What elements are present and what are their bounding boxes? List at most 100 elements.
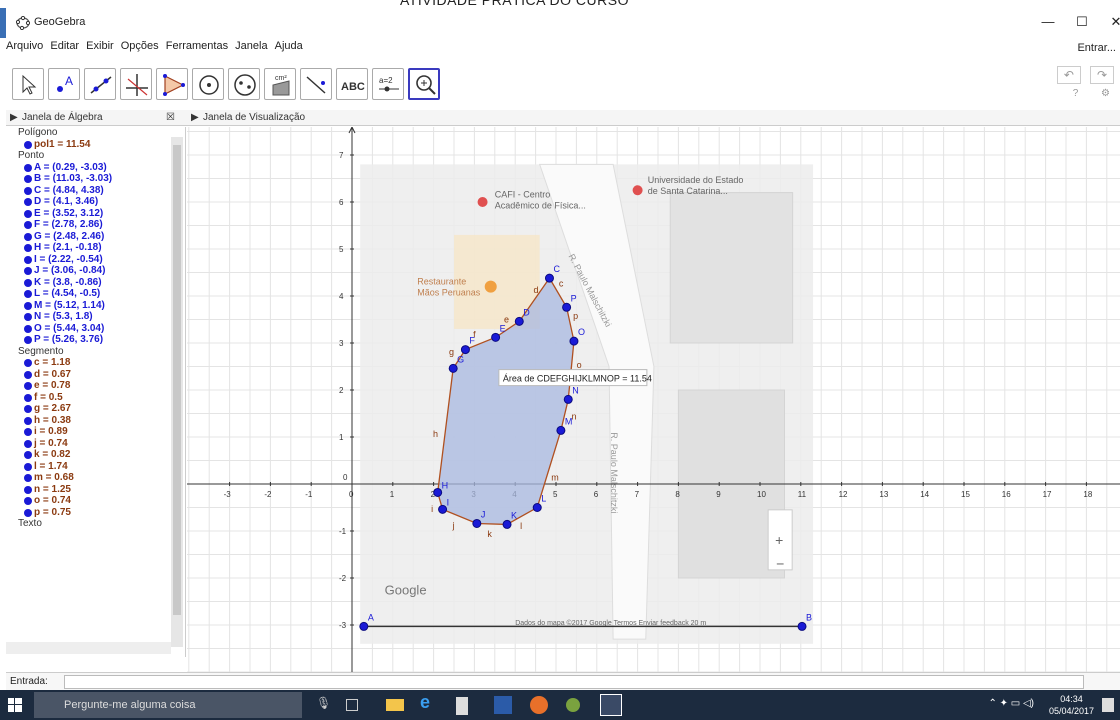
undo-button[interactable]: ↶ bbox=[1056, 66, 1081, 84]
algebra-segment-item[interactable]: f = 0.5 bbox=[6, 392, 185, 404]
algebra-point-item[interactable]: O = (5.44, 3.04) bbox=[6, 323, 185, 335]
algebra-segment-item[interactable]: o = 0.74 bbox=[6, 495, 185, 507]
visibility-toggle-icon[interactable] bbox=[24, 428, 32, 436]
visibility-toggle-icon[interactable] bbox=[24, 485, 32, 494]
point-f[interactable] bbox=[460, 345, 470, 355]
menu-janela[interactable]: Janela bbox=[235, 40, 267, 52]
visibility-toggle-icon[interactable] bbox=[24, 474, 32, 482]
algebra-point-item[interactable]: I = (2.22, -0.54) bbox=[6, 254, 185, 266]
visibility-toggle-icon[interactable] bbox=[24, 198, 32, 206]
slope-tool-button[interactable] bbox=[300, 68, 332, 100]
input-field[interactable] bbox=[64, 675, 1084, 689]
menu-ajuda[interactable]: Ajuda bbox=[275, 40, 303, 52]
point-e[interactable] bbox=[491, 332, 501, 342]
point-l[interactable] bbox=[532, 503, 542, 512]
visibility-toggle-icon[interactable] bbox=[24, 255, 32, 264]
menu-arquivo[interactable]: Arquivo bbox=[6, 40, 43, 52]
line-tool-button[interactable] bbox=[84, 68, 116, 100]
algebra-hscrollbar[interactable] bbox=[6, 642, 171, 654]
algebra-segment-item[interactable]: k = 0.82 bbox=[6, 449, 185, 461]
point-d[interactable] bbox=[514, 316, 524, 326]
visibility-toggle-icon[interactable] bbox=[24, 405, 32, 413]
algebra-point-item[interactable]: D = (4.1, 3.46) bbox=[6, 196, 185, 208]
visibility-toggle-icon[interactable] bbox=[24, 232, 32, 241]
algebra-point-item[interactable]: K = (3.8, -0.86) bbox=[6, 277, 185, 289]
redo-button[interactable]: ↷ bbox=[1090, 66, 1114, 84]
ellipse-tool-button[interactable] bbox=[228, 68, 260, 100]
visibility-toggle-icon[interactable] bbox=[24, 244, 32, 252]
algebra-point-item[interactable]: F = (2.78, 2.86) bbox=[6, 219, 185, 231]
category-polygon[interactable]: Polígono bbox=[6, 127, 185, 139]
visibility-toggle-icon[interactable] bbox=[24, 451, 32, 459]
word-icon[interactable] bbox=[494, 696, 512, 714]
point-h[interactable] bbox=[433, 487, 443, 497]
close-button[interactable]: ✕ bbox=[1106, 14, 1120, 30]
visibility-toggle-icon[interactable] bbox=[24, 221, 32, 229]
algebra-point-item[interactable]: A = (0.29, -3.03) bbox=[6, 162, 185, 174]
algebra-point-item[interactable]: J = (3.06, -0.84) bbox=[6, 265, 185, 277]
zoom-tool-button[interactable] bbox=[408, 68, 440, 100]
algebra-point-item[interactable]: E = (3.52, 3.12) bbox=[6, 208, 185, 220]
store-icon[interactable] bbox=[456, 697, 468, 715]
firefox-icon[interactable] bbox=[530, 696, 548, 714]
visibility-toggle-icon[interactable] bbox=[24, 359, 32, 367]
visibility-toggle-icon[interactable] bbox=[24, 175, 32, 183]
visibility-toggle-icon[interactable] bbox=[24, 336, 32, 344]
point-tool-button[interactable]: A bbox=[48, 68, 80, 100]
point-p[interactable] bbox=[562, 302, 572, 312]
help-icon[interactable]: ? bbox=[1073, 88, 1079, 99]
algebra-polygon-item[interactable]: pol1 = 11.54 bbox=[6, 139, 185, 151]
visibility-toggle-icon[interactable] bbox=[24, 370, 32, 379]
notification-icon[interactable] bbox=[1102, 698, 1114, 712]
visibility-toggle-icon[interactable] bbox=[24, 497, 32, 505]
algebra-segment-item[interactable]: n = 1.25 bbox=[6, 484, 185, 496]
algebra-point-item[interactable]: C = (4.84, 4.38) bbox=[6, 185, 185, 197]
visibility-toggle-icon[interactable] bbox=[24, 278, 32, 287]
point-i[interactable] bbox=[438, 504, 448, 514]
visibility-toggle-icon[interactable] bbox=[24, 163, 32, 172]
algebra-close-icon[interactable]: ☒ bbox=[166, 112, 175, 123]
visibility-toggle-icon[interactable] bbox=[24, 382, 32, 390]
visibility-toggle-icon[interactable] bbox=[24, 462, 32, 471]
algebra-segment-item[interactable]: g = 2.67 bbox=[6, 403, 185, 415]
algebra-point-item[interactable]: M = (5.12, 1.14) bbox=[6, 300, 185, 312]
algebra-segment-item[interactable]: c = 1.18 bbox=[6, 357, 185, 369]
polygon-tool-button[interactable] bbox=[156, 68, 188, 100]
minimize-button[interactable]: — bbox=[1038, 14, 1058, 29]
menu-exibir[interactable]: Exibir bbox=[86, 40, 114, 52]
visibility-toggle-icon[interactable] bbox=[24, 290, 32, 298]
algebra-point-item[interactable]: N = (5.3, 1.8) bbox=[6, 311, 185, 323]
taskbar-search[interactable]: Pergunte-me alguma coisa bbox=[34, 692, 302, 718]
algebra-point-item[interactable]: H = (2.1, -0.18) bbox=[6, 242, 185, 254]
settings-icon[interactable]: ⚙ bbox=[1101, 88, 1110, 99]
move-tool-button[interactable] bbox=[12, 68, 44, 100]
visibility-toggle-icon[interactable] bbox=[24, 186, 32, 195]
algebra-segment-item[interactable]: i = 0.89 bbox=[6, 426, 185, 438]
algebra-segment-item[interactable]: d = 0.67 bbox=[6, 369, 185, 381]
menu-editar[interactable]: Editar bbox=[50, 40, 79, 52]
point-g[interactable] bbox=[448, 363, 458, 373]
visibility-toggle-icon[interactable] bbox=[24, 508, 32, 517]
clock[interactable]: 04:34 05/04/2017 bbox=[1049, 693, 1094, 717]
algebra-segment-item[interactable]: p = 0.75 bbox=[6, 507, 185, 519]
file-explorer-icon[interactable] bbox=[386, 699, 404, 711]
point-c[interactable] bbox=[544, 273, 554, 283]
category-point[interactable]: Ponto bbox=[6, 150, 185, 162]
point-n[interactable] bbox=[563, 394, 573, 404]
graphics-view[interactable]: CAFI - Centro Acadêmico de Física... Unive… bbox=[187, 127, 1120, 672]
algebra-point-item[interactable]: L = (4.54, -0.5) bbox=[6, 288, 185, 300]
system-tray[interactable]: ⌃ ✦ ▭ ◁) bbox=[988, 698, 1034, 709]
slider-tool-button[interactable]: a=2 bbox=[372, 68, 404, 100]
maximize-button[interactable]: ☐ bbox=[1072, 14, 1092, 30]
visibility-toggle-icon[interactable] bbox=[24, 393, 32, 402]
visibility-toggle-icon[interactable] bbox=[24, 439, 32, 448]
point-k[interactable] bbox=[502, 519, 512, 529]
microphone-icon[interactable]: 🎙 bbox=[316, 696, 334, 714]
algebra-segment-item[interactable]: h = 0.38 bbox=[6, 415, 185, 427]
circle-tool-button[interactable] bbox=[192, 68, 224, 100]
algebra-expand-icon[interactable]: ▶ bbox=[10, 112, 18, 123]
text-tool-button[interactable]: ABC bbox=[336, 68, 368, 100]
visibility-toggle-icon[interactable] bbox=[24, 313, 32, 321]
perpendicular-tool-button[interactable] bbox=[120, 68, 152, 100]
algebra-segment-item[interactable]: j = 0.74 bbox=[6, 438, 185, 450]
